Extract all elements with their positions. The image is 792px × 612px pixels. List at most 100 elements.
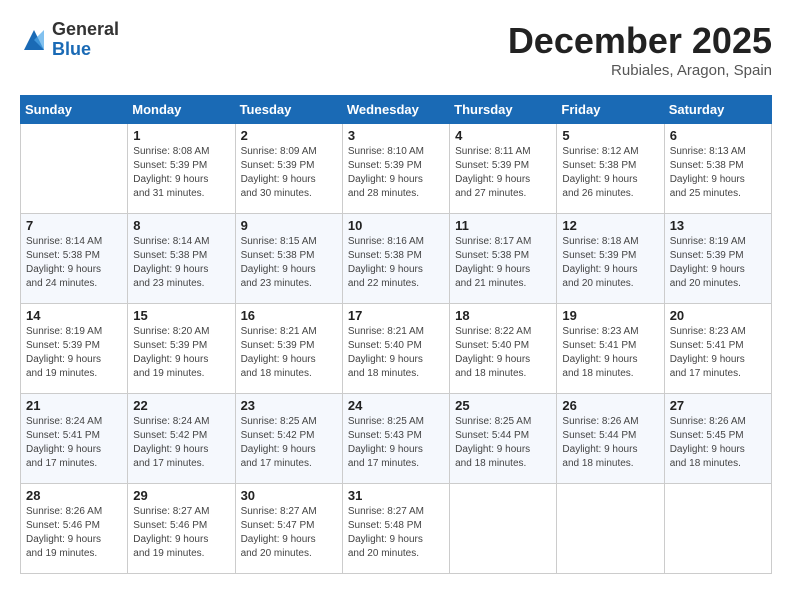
calendar-header-row: SundayMondayTuesdayWednesdayThursdayFrid… (21, 96, 772, 124)
day-info: Sunrise: 8:19 AM Sunset: 5:39 PM Dayligh… (26, 325, 122, 381)
calendar-day-cell (450, 484, 557, 574)
calendar-day-cell (21, 124, 128, 214)
calendar-week-row: 1 Sunrise: 8:08 AM Sunset: 5:39 PM Daylig… (21, 124, 772, 214)
calendar-day-cell: 8 Sunrise: 8:14 AM Sunset: 5:38 PM Daylig… (128, 214, 235, 304)
page-header: General Blue December 2025 Rubiales, Ara… (20, 20, 772, 79)
day-number: 8 (133, 218, 229, 233)
day-number: 15 (133, 308, 229, 323)
day-info: Sunrise: 8:09 AM Sunset: 5:39 PM Dayligh… (241, 145, 337, 201)
calendar-day-cell: 17 Sunrise: 8:21 AM Sunset: 5:40 PM Dayli… (342, 304, 449, 394)
day-number: 31 (348, 488, 444, 503)
calendar-day-cell: 28 Sunrise: 8:26 AM Sunset: 5:46 PM Dayli… (21, 484, 128, 574)
calendar-day-cell: 1 Sunrise: 8:08 AM Sunset: 5:39 PM Daylig… (128, 124, 235, 214)
calendar-day-cell: 22Sunrise: 8:24 AM Sunset: 5:42 PM Dayli… (128, 394, 235, 484)
day-number: 23 (241, 398, 337, 413)
day-number: 6 (670, 128, 766, 143)
day-info: Sunrise: 8:23 AM Sunset: 5:41 PM Dayligh… (670, 325, 766, 381)
calendar-day-cell: 13Sunrise: 8:19 AM Sunset: 5:39 PM Dayli… (664, 214, 771, 304)
day-info: Sunrise: 8:10 AM Sunset: 5:39 PM Dayligh… (348, 145, 444, 201)
calendar-day-cell: 15 Sunrise: 8:20 AM Sunset: 5:39 PM Dayli… (128, 304, 235, 394)
calendar-day-cell: 19 Sunrise: 8:23 AM Sunset: 5:41 PM Dayli… (557, 304, 664, 394)
calendar-day-cell: 5Sunrise: 8:12 AM Sunset: 5:38 PM Daylig… (557, 124, 664, 214)
day-number: 3 (348, 128, 444, 143)
day-info: Sunrise: 8:18 AM Sunset: 5:39 PM Dayligh… (562, 235, 658, 291)
calendar-day-cell: 4Sunrise: 8:11 AM Sunset: 5:39 PM Daylig… (450, 124, 557, 214)
day-number: 9 (241, 218, 337, 233)
day-number: 20 (670, 308, 766, 323)
day-number: 29 (133, 488, 229, 503)
calendar-day-cell: 3 Sunrise: 8:10 AM Sunset: 5:39 PM Daylig… (342, 124, 449, 214)
logo-general-text: General (52, 20, 119, 40)
weekday-header-friday: Friday (557, 96, 664, 124)
day-info: Sunrise: 8:15 AM Sunset: 5:38 PM Dayligh… (241, 235, 337, 291)
calendar-week-row: 28 Sunrise: 8:26 AM Sunset: 5:46 PM Dayli… (21, 484, 772, 574)
day-number: 14 (26, 308, 122, 323)
weekday-header-wednesday: Wednesday (342, 96, 449, 124)
day-number: 19 (562, 308, 658, 323)
calendar-day-cell: 10 Sunrise: 8:16 AM Sunset: 5:38 PM Dayli… (342, 214, 449, 304)
day-info: Sunrise: 8:26 AM Sunset: 5:46 PM Dayligh… (26, 505, 122, 561)
calendar-day-cell: 12Sunrise: 8:18 AM Sunset: 5:39 PM Dayli… (557, 214, 664, 304)
day-number: 28 (26, 488, 122, 503)
calendar-day-cell: 23Sunrise: 8:25 AM Sunset: 5:42 PM Dayli… (235, 394, 342, 484)
day-number: 11 (455, 218, 551, 233)
calendar-day-cell: 30 Sunrise: 8:27 AM Sunset: 5:47 PM Dayli… (235, 484, 342, 574)
calendar-day-cell: 16Sunrise: 8:21 AM Sunset: 5:39 PM Dayli… (235, 304, 342, 394)
day-number: 26 (562, 398, 658, 413)
logo-icon (20, 26, 48, 54)
day-number: 1 (133, 128, 229, 143)
calendar-day-cell: 9 Sunrise: 8:15 AM Sunset: 5:38 PM Daylig… (235, 214, 342, 304)
weekday-header-saturday: Saturday (664, 96, 771, 124)
calendar-day-cell: 25Sunrise: 8:25 AM Sunset: 5:44 PM Dayli… (450, 394, 557, 484)
title-block: December 2025 Rubiales, Aragon, Spain (508, 20, 772, 79)
day-info: Sunrise: 8:24 AM Sunset: 5:41 PM Dayligh… (26, 415, 122, 471)
day-number: 30 (241, 488, 337, 503)
day-number: 10 (348, 218, 444, 233)
day-number: 18 (455, 308, 551, 323)
calendar-day-cell: 31Sunrise: 8:27 AM Sunset: 5:48 PM Dayli… (342, 484, 449, 574)
calendar-day-cell: 7 Sunrise: 8:14 AM Sunset: 5:38 PM Daylig… (21, 214, 128, 304)
day-info: Sunrise: 8:21 AM Sunset: 5:40 PM Dayligh… (348, 325, 444, 381)
day-number: 4 (455, 128, 551, 143)
calendar-day-cell: 27Sunrise: 8:26 AM Sunset: 5:45 PM Dayli… (664, 394, 771, 484)
day-number: 5 (562, 128, 658, 143)
calendar-day-cell: 24 Sunrise: 8:25 AM Sunset: 5:43 PM Dayli… (342, 394, 449, 484)
logo-blue-text: Blue (52, 40, 119, 60)
day-info: Sunrise: 8:22 AM Sunset: 5:40 PM Dayligh… (455, 325, 551, 381)
day-info: Sunrise: 8:21 AM Sunset: 5:39 PM Dayligh… (241, 325, 337, 381)
calendar-day-cell: 11 Sunrise: 8:17 AM Sunset: 5:38 PM Dayli… (450, 214, 557, 304)
day-number: 17 (348, 308, 444, 323)
day-info: Sunrise: 8:26 AM Sunset: 5:44 PM Dayligh… (562, 415, 658, 471)
weekday-header-monday: Monday (128, 96, 235, 124)
day-number: 25 (455, 398, 551, 413)
day-info: Sunrise: 8:14 AM Sunset: 5:38 PM Dayligh… (133, 235, 229, 291)
day-info: Sunrise: 8:19 AM Sunset: 5:39 PM Dayligh… (670, 235, 766, 291)
weekday-header-tuesday: Tuesday (235, 96, 342, 124)
day-info: Sunrise: 8:25 AM Sunset: 5:43 PM Dayligh… (348, 415, 444, 471)
calendar-day-cell: 20 Sunrise: 8:23 AM Sunset: 5:41 PM Dayli… (664, 304, 771, 394)
calendar-day-cell: 14 Sunrise: 8:19 AM Sunset: 5:39 PM Dayli… (21, 304, 128, 394)
calendar-day-cell (664, 484, 771, 574)
location-subtitle: Rubiales, Aragon, Spain (508, 62, 772, 79)
day-info: Sunrise: 8:08 AM Sunset: 5:39 PM Dayligh… (133, 145, 229, 201)
calendar-day-cell: 29 Sunrise: 8:27 AM Sunset: 5:46 PM Dayli… (128, 484, 235, 574)
calendar-table: SundayMondayTuesdayWednesdayThursdayFrid… (20, 95, 772, 574)
weekday-header-thursday: Thursday (450, 96, 557, 124)
day-number: 24 (348, 398, 444, 413)
month-title: December 2025 (508, 20, 772, 62)
day-number: 2 (241, 128, 337, 143)
day-info: Sunrise: 8:26 AM Sunset: 5:45 PM Dayligh… (670, 415, 766, 471)
calendar-week-row: 21 Sunrise: 8:24 AM Sunset: 5:41 PM Dayli… (21, 394, 772, 484)
day-info: Sunrise: 8:24 AM Sunset: 5:42 PM Dayligh… (133, 415, 229, 471)
day-number: 7 (26, 218, 122, 233)
day-info: Sunrise: 8:16 AM Sunset: 5:38 PM Dayligh… (348, 235, 444, 291)
day-number: 21 (26, 398, 122, 413)
logo: General Blue (20, 20, 119, 60)
day-info: Sunrise: 8:27 AM Sunset: 5:47 PM Dayligh… (241, 505, 337, 561)
calendar-week-row: 7 Sunrise: 8:14 AM Sunset: 5:38 PM Daylig… (21, 214, 772, 304)
day-info: Sunrise: 8:23 AM Sunset: 5:41 PM Dayligh… (562, 325, 658, 381)
day-info: Sunrise: 8:17 AM Sunset: 5:38 PM Dayligh… (455, 235, 551, 291)
day-info: Sunrise: 8:27 AM Sunset: 5:46 PM Dayligh… (133, 505, 229, 561)
day-info: Sunrise: 8:20 AM Sunset: 5:39 PM Dayligh… (133, 325, 229, 381)
day-info: Sunrise: 8:14 AM Sunset: 5:38 PM Dayligh… (26, 235, 122, 291)
